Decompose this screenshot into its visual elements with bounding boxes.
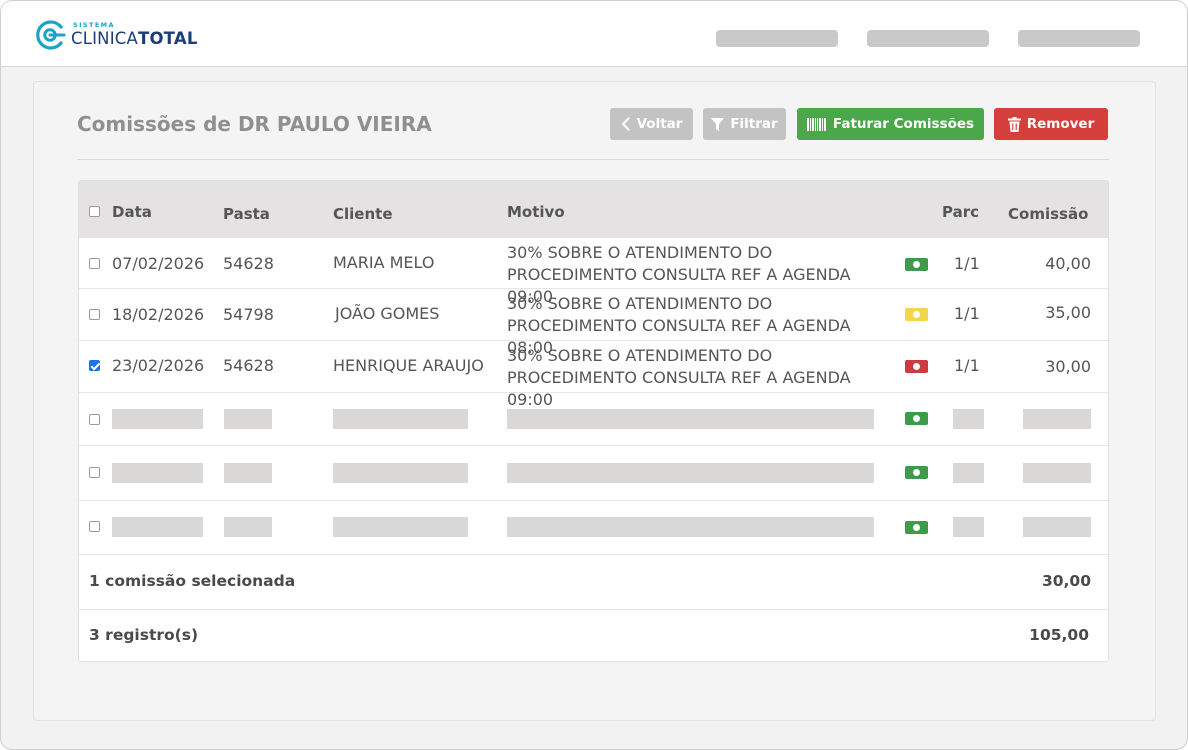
remove-button[interactable]: Remover (994, 108, 1108, 140)
cell-parc: 1/1 (954, 304, 980, 323)
money-red-icon[interactable] (905, 360, 928, 373)
cell-placeholder (333, 517, 468, 537)
records-count-label: 3 registro(s) (89, 626, 199, 644)
filter-button-label: Filtrar (730, 116, 778, 132)
nav-placeholder-1[interactable] (716, 30, 838, 47)
cell-cliente: MARIA MELO (333, 253, 435, 272)
column-header-comissao[interactable]: Comissão (1008, 205, 1088, 223)
cell-placeholder (224, 517, 272, 537)
cell-data: 07/02/2026 (112, 254, 205, 273)
column-header-pasta[interactable]: Pasta (223, 205, 270, 223)
cell-placeholder (224, 409, 272, 429)
selected-count-label: 1 comissão selecionada (89, 572, 296, 590)
cell-comissao: 40,00 (1045, 254, 1091, 273)
cell-placeholder (1023, 463, 1091, 483)
records-summary-row: 3 registro(s) 105,00 (79, 610, 1108, 662)
cell-parc: 1/1 (954, 254, 980, 273)
cell-placeholder (112, 517, 203, 537)
nav-placeholder-3[interactable] (1018, 30, 1140, 47)
cell-placeholder (507, 409, 874, 429)
cell-placeholder (1023, 409, 1091, 429)
cell-comissao: 35,00 (1045, 303, 1091, 322)
back-button-label: Voltar (636, 116, 683, 132)
cell-pasta: 54798 (223, 305, 274, 324)
cell-pasta: 54628 (223, 356, 274, 375)
cell-cliente: JOÃO GOMES (335, 304, 440, 323)
select-all-checkbox[interactable] (89, 206, 100, 217)
cell-placeholder (953, 409, 984, 429)
remove-button-label: Remover (1026, 116, 1095, 132)
app-window: SISTEMA CLINICATOTAL Comissões de DR PAU… (0, 0, 1188, 750)
chevron-left-icon (621, 117, 630, 131)
trash-icon (1007, 116, 1021, 132)
cell-placeholder (953, 517, 984, 537)
cell-placeholder (112, 409, 203, 429)
selected-total: 30,00 (1041, 572, 1091, 590)
back-button[interactable]: Voltar (610, 108, 693, 140)
table-row[interactable] (79, 446, 1108, 501)
table-row[interactable]: 23/02/2026 54628 HENRIQUE ARAUJO 30% SOB… (79, 341, 1108, 409)
invoice-commissions-button[interactable]: Faturar Comissões (797, 108, 984, 140)
cell-placeholder (953, 463, 984, 483)
cell-placeholder (507, 463, 874, 483)
row-checkbox[interactable] (89, 467, 100, 478)
money-green-icon[interactable] (905, 466, 928, 479)
column-header-data[interactable]: Data (112, 203, 152, 221)
column-header-cliente[interactable]: Cliente (333, 205, 393, 223)
logo[interactable]: SISTEMA CLINICATOTAL (33, 18, 203, 54)
cell-placeholder (507, 517, 874, 537)
title-divider (77, 159, 1109, 160)
row-checkbox[interactable] (89, 258, 100, 269)
money-green-icon[interactable] (905, 412, 928, 425)
barcode-icon (806, 117, 826, 131)
invoice-button-label: Faturar Comissões (832, 116, 975, 132)
cell-placeholder (224, 463, 272, 483)
cell-placeholder (333, 409, 468, 429)
row-checkbox[interactable] (89, 521, 100, 532)
table-row[interactable]: 18/02/2026 54798 JOÃO GOMES 30% SOBRE O … (79, 289, 1108, 357)
cell-comissao: 30,00 (1045, 357, 1091, 376)
cell-placeholder (112, 463, 203, 483)
top-bar: SISTEMA CLINICATOTAL (1, 1, 1187, 67)
selected-summary-row: 1 comissão selecionada 30,00 (79, 555, 1108, 610)
filter-icon (711, 117, 725, 131)
cell-data: 23/02/2026 (112, 356, 205, 375)
cell-placeholder (1023, 517, 1091, 537)
commissions-table: Data Pasta Cliente Motivo Parc Comissão … (78, 180, 1109, 662)
money-green-icon[interactable] (905, 521, 928, 534)
filter-button[interactable]: Filtrar (703, 108, 786, 140)
column-header-motivo[interactable]: Motivo (507, 203, 565, 221)
table-row[interactable] (79, 393, 1108, 446)
page-title: Comissões de DR PAULO VIEIRA (77, 112, 432, 136)
row-checkbox[interactable] (89, 309, 100, 320)
table-row[interactable] (79, 501, 1108, 555)
cell-data: 18/02/2026 (112, 305, 205, 324)
logo-caption: SISTEMA (73, 21, 115, 29)
column-header-parc[interactable]: Parc (942, 203, 979, 221)
cell-cliente: HENRIQUE ARAUJO (333, 356, 484, 375)
cell-parc: 1/1 (954, 356, 980, 375)
logo-icon (36, 20, 66, 50)
row-checkbox[interactable] (89, 360, 100, 371)
money-green-icon[interactable] (905, 258, 928, 271)
records-total: 105,00 (1029, 626, 1089, 644)
nav-placeholder-2[interactable] (867, 30, 989, 47)
row-checkbox[interactable] (89, 414, 100, 425)
main-panel: Comissões de DR PAULO VIEIRA Voltar Filt… (33, 81, 1156, 721)
money-yellow-icon[interactable] (905, 308, 928, 321)
cell-placeholder (333, 463, 468, 483)
table-header: Data Pasta Cliente Motivo Parc Comissão (79, 181, 1108, 238)
cell-pasta: 54628 (223, 254, 274, 273)
logo-wordmark: CLINICATOTAL (71, 29, 198, 48)
table-row[interactable]: 07/02/2026 54628 MARIA MELO 30% SOBRE O … (79, 238, 1108, 306)
